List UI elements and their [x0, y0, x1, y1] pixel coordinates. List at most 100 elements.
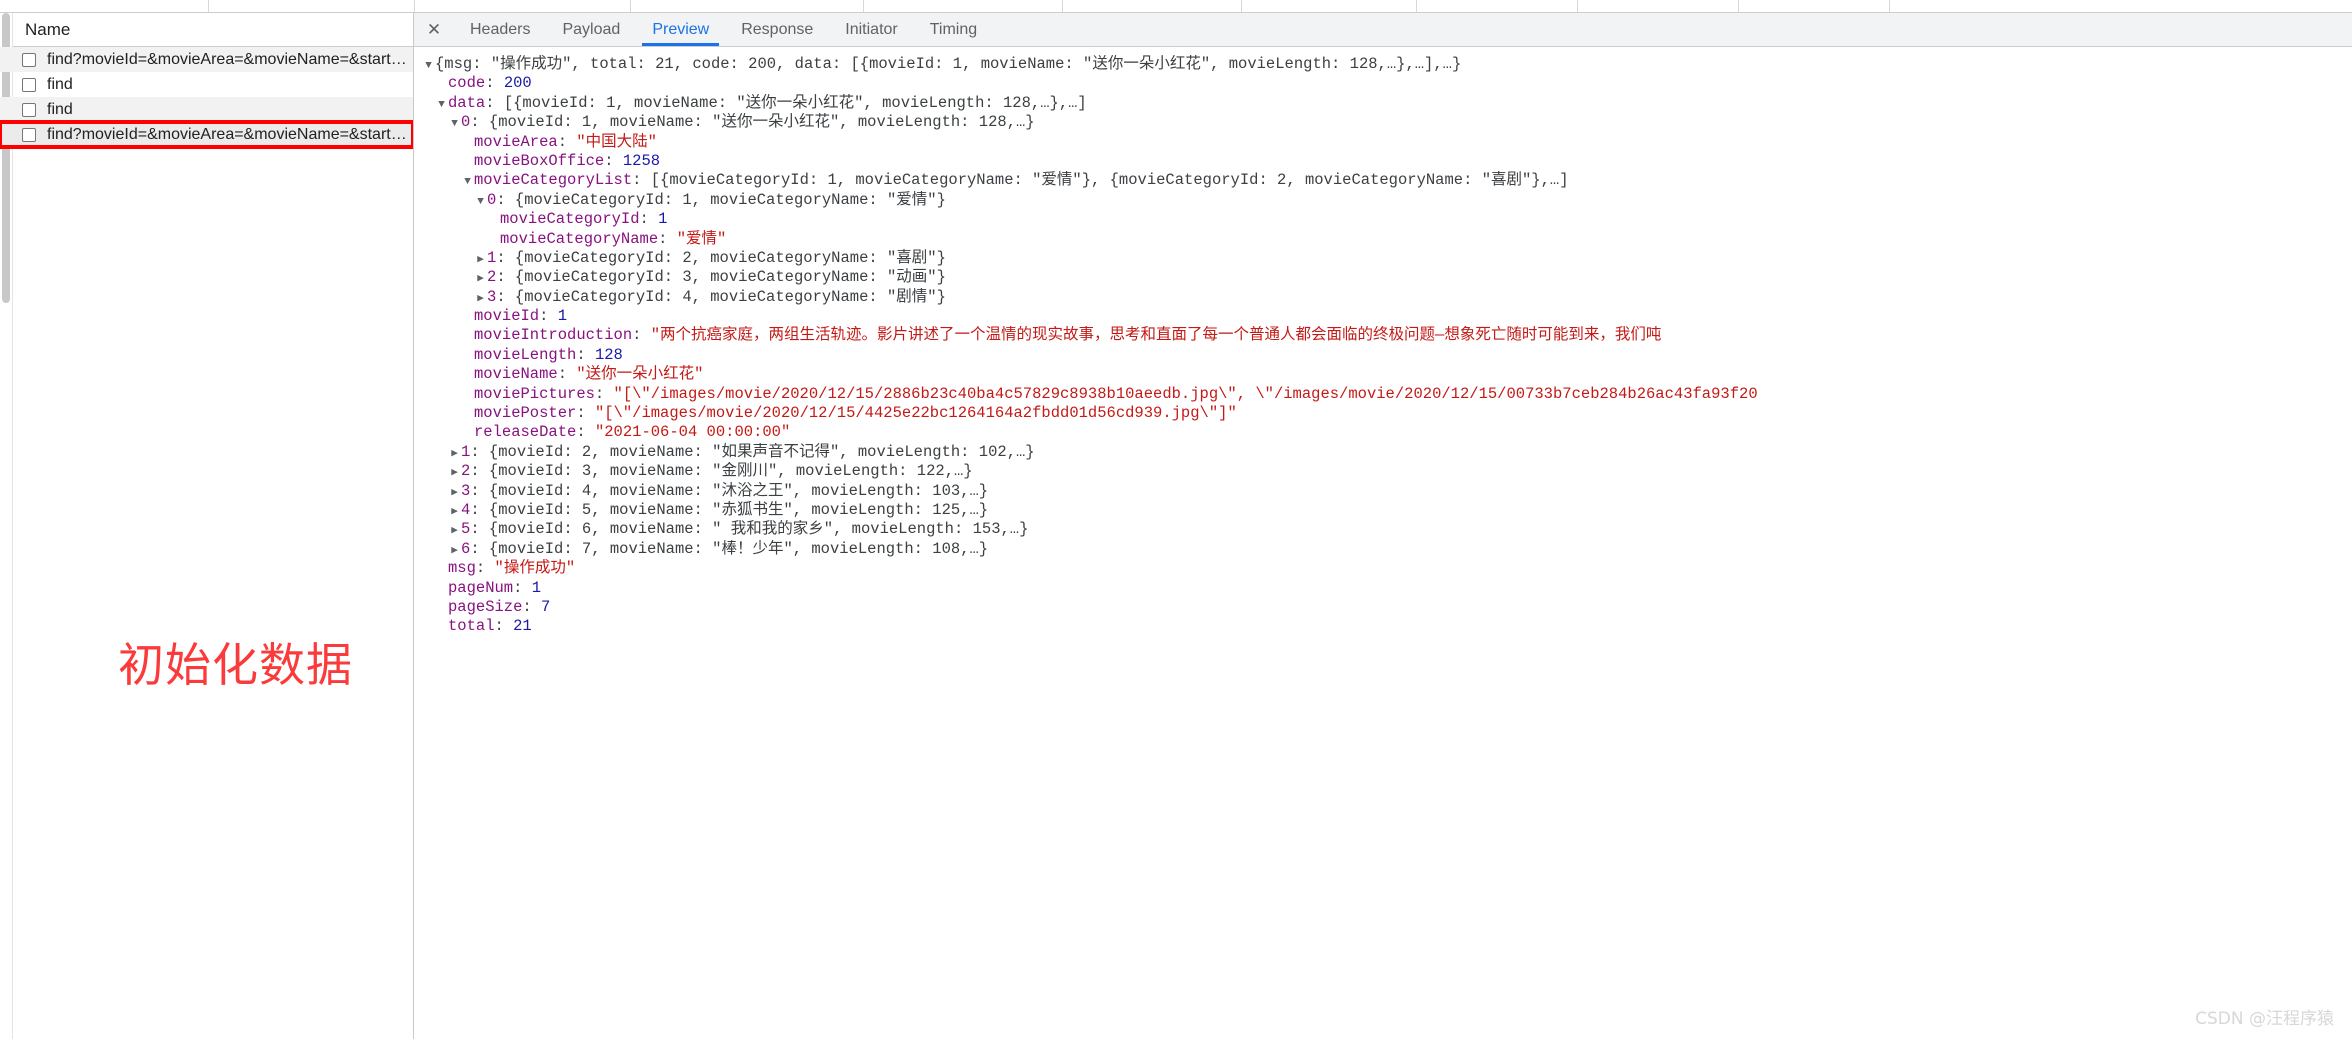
json-tree-row[interactable]: movieName: "送你一朵小红花" [422, 365, 2352, 384]
json-tree-row[interactable]: ▶ 1: {movieId: 2, movieName: "如果声音不记得", m… [422, 443, 2352, 462]
json-str: "爱情" [676, 229, 727, 248]
expand-triangle-right-icon[interactable]: ▶ [448, 503, 461, 520]
expand-triangle-right-icon[interactable]: ▶ [448, 542, 461, 559]
tab-timing[interactable]: Timing [914, 13, 993, 46]
expand-triangle-down-icon[interactable]: ▼ [474, 193, 487, 210]
json-punct: "沐浴之王" [712, 481, 793, 500]
request-checkbox[interactable] [22, 77, 36, 92]
json-punct: : {movieId: 6, movieName: [470, 520, 713, 539]
json-punct: "喜剧" [886, 248, 937, 267]
expand-triangle-right-icon[interactable]: ▶ [448, 484, 461, 501]
expand-triangle-right-icon[interactable]: ▶ [448, 445, 461, 462]
request-checkbox[interactable] [22, 127, 36, 142]
tab-headers[interactable]: Headers [454, 13, 546, 46]
request-list[interactable]: find?movieId=&movieArea=&movieName=&star… [0, 47, 413, 1039]
json-tree-row[interactable]: ▼ 0: {movieCategoryId: 1, movieCategoryNa… [422, 191, 2352, 210]
request-list-scrollbar[interactable] [0, 13, 13, 1039]
json-punct: : [576, 404, 595, 423]
expand-triangle-down-icon[interactable]: ▼ [435, 96, 448, 113]
json-tree-row[interactable]: pageNum: 1 [422, 579, 2352, 598]
json-key: moviePictures [474, 384, 595, 403]
json-tree-row[interactable]: movieArea: "中国大陆" [422, 133, 2352, 152]
json-tree-row[interactable]: movieCategoryId: 1 [422, 210, 2352, 229]
json-tree-row[interactable]: movieBoxOffice: 1258 [422, 152, 2352, 171]
json-punct: , movieLength: 128,…},…] [863, 93, 1087, 112]
json-tree-row[interactable]: releaseDate: "2021-06-04 00:00:00" [422, 423, 2352, 442]
column-header-strip [0, 0, 2352, 13]
json-punct: "送你一朵小红花" [736, 93, 864, 112]
json-str: "送你一朵小红花" [576, 365, 704, 384]
request-checkbox[interactable] [22, 52, 36, 67]
json-tree-row[interactable]: ▶ 6: {movieId: 7, movieName: "棒！少年", movi… [422, 540, 2352, 559]
json-key: data [448, 93, 486, 112]
json-tree-row[interactable]: ▼ data: [{movieId: 1, movieName: "送你一朵小红花… [422, 94, 2352, 113]
strip-segment [12, 0, 209, 12]
json-punct: "如果声音不记得" [712, 442, 840, 461]
expand-triangle-right-icon[interactable]: ▶ [448, 522, 461, 539]
json-tree-row[interactable]: movieId: 1 [422, 307, 2352, 326]
json-tree-row[interactable]: movieCategoryName: "爱情" [422, 230, 2352, 249]
tab-preview[interactable]: Preview [636, 13, 725, 46]
request-list-item[interactable]: find?movieId=&movieArea=&movieName=&star… [0, 47, 413, 72]
request-list-item[interactable]: find?movieId=&movieArea=&movieName=&star… [0, 120, 413, 149]
json-tree-row[interactable]: ▼ movieCategoryList: [{movieCategoryId: 1… [422, 171, 2352, 190]
annotation-label: 初始化数据 [118, 638, 353, 692]
request-list-item[interactable]: find [0, 97, 413, 122]
json-tree-row[interactable]: moviePictures: "[\"/images/movie/2020/12… [422, 385, 2352, 404]
json-punct: : {movieId: 7, movieName: [470, 539, 713, 558]
json-punct: "动画" [886, 268, 937, 287]
json-punct: "送你一朵小红花" [712, 113, 840, 132]
json-tree-row[interactable]: pageSize: 7 [422, 598, 2352, 617]
json-punct: "剧情" [886, 287, 937, 306]
json-punct: , movieLength: 102,…} [839, 442, 1035, 461]
json-punct: : [485, 74, 504, 93]
json-tree-row[interactable]: ▶ 3: {movieId: 4, movieName: "沐浴之王", movi… [422, 482, 2352, 501]
tab-response[interactable]: Response [725, 13, 829, 46]
json-tree-row[interactable]: movieIntroduction: "两个抗癌家庭，两组生活轨迹。影片讲述了一… [422, 326, 2352, 345]
json-tree-row[interactable]: code: 200 [422, 74, 2352, 93]
expand-triangle-right-icon[interactable]: ▶ [448, 464, 461, 481]
json-tree-row[interactable]: ▶ 1: {movieCategoryId: 2, movieCategoryNa… [422, 249, 2352, 268]
json-idx: 6 [461, 539, 471, 558]
preview-json-tree[interactable]: ▼ {msg: "操作成功", total: 21, code: 200, dat… [414, 47, 2352, 1039]
json-tree-row[interactable]: total: 21 [422, 617, 2352, 636]
expand-triangle-right-icon[interactable]: ▶ [474, 290, 487, 307]
json-key: movieCategoryList [474, 171, 633, 190]
json-tree-row[interactable]: ▶ 2: {movieId: 3, movieName: "金刚川", movie… [422, 462, 2352, 481]
close-icon[interactable]: ✕ [414, 13, 454, 46]
json-tree-row[interactable]: moviePoster: "[\"/images/movie/2020/12/1… [422, 404, 2352, 423]
json-punct: , movieLength: 108,…} [792, 539, 989, 558]
request-list-item[interactable]: find [0, 72, 413, 97]
json-tree-row[interactable]: ▼ {msg: "操作成功", total: 21, code: 200, dat… [422, 55, 2352, 74]
json-tree-row[interactable]: msg: "操作成功" [422, 559, 2352, 578]
json-tree-row[interactable]: ▶ 5: {movieId: 6, movieName: " 我和我的家乡", m… [422, 520, 2352, 539]
strip-segment [1242, 0, 1417, 12]
request-checkbox[interactable] [22, 102, 36, 117]
expand-triangle-right-icon[interactable]: ▶ [474, 270, 487, 287]
json-num: 21 [513, 617, 532, 636]
tab-payload[interactable]: Payload [546, 13, 636, 46]
json-key: pageNum [448, 578, 514, 597]
json-tree-row[interactable]: ▼ 0: {movieId: 1, movieName: "送你一朵小红花", m… [422, 113, 2352, 132]
json-str: "[\"/images/movie/2020/12/15/4425e22bc12… [594, 404, 1237, 423]
json-num: 1258 [622, 151, 661, 170]
tab-initiator[interactable]: Initiator [829, 13, 913, 46]
json-punct: : {movieCategoryId: 1, movieCategoryName… [496, 190, 887, 209]
expand-triangle-down-icon[interactable]: ▼ [461, 173, 474, 190]
json-str: "中国大陆" [576, 132, 657, 151]
expand-triangle-down-icon[interactable]: ▼ [448, 115, 461, 132]
json-tree-row[interactable]: movieLength: 128 [422, 346, 2352, 365]
json-punct: , movieLength: 103,…} [792, 481, 989, 500]
json-tree-row[interactable]: ▶ 4: {movieId: 5, movieName: "赤狐书生", movi… [422, 501, 2352, 520]
json-tree-row[interactable]: ▶ 2: {movieCategoryId: 3, movieCategoryNa… [422, 268, 2352, 287]
json-num: 1 [658, 210, 668, 229]
json-str: "[\"/images/movie/2020/12/15/2886b23c40b… [613, 384, 1758, 403]
json-tree-row[interactable]: ▶ 3: {movieCategoryId: 4, movieCategoryNa… [422, 288, 2352, 307]
expand-triangle-down-icon[interactable]: ▼ [422, 57, 435, 74]
expand-triangle-right-icon[interactable]: ▶ [474, 251, 487, 268]
